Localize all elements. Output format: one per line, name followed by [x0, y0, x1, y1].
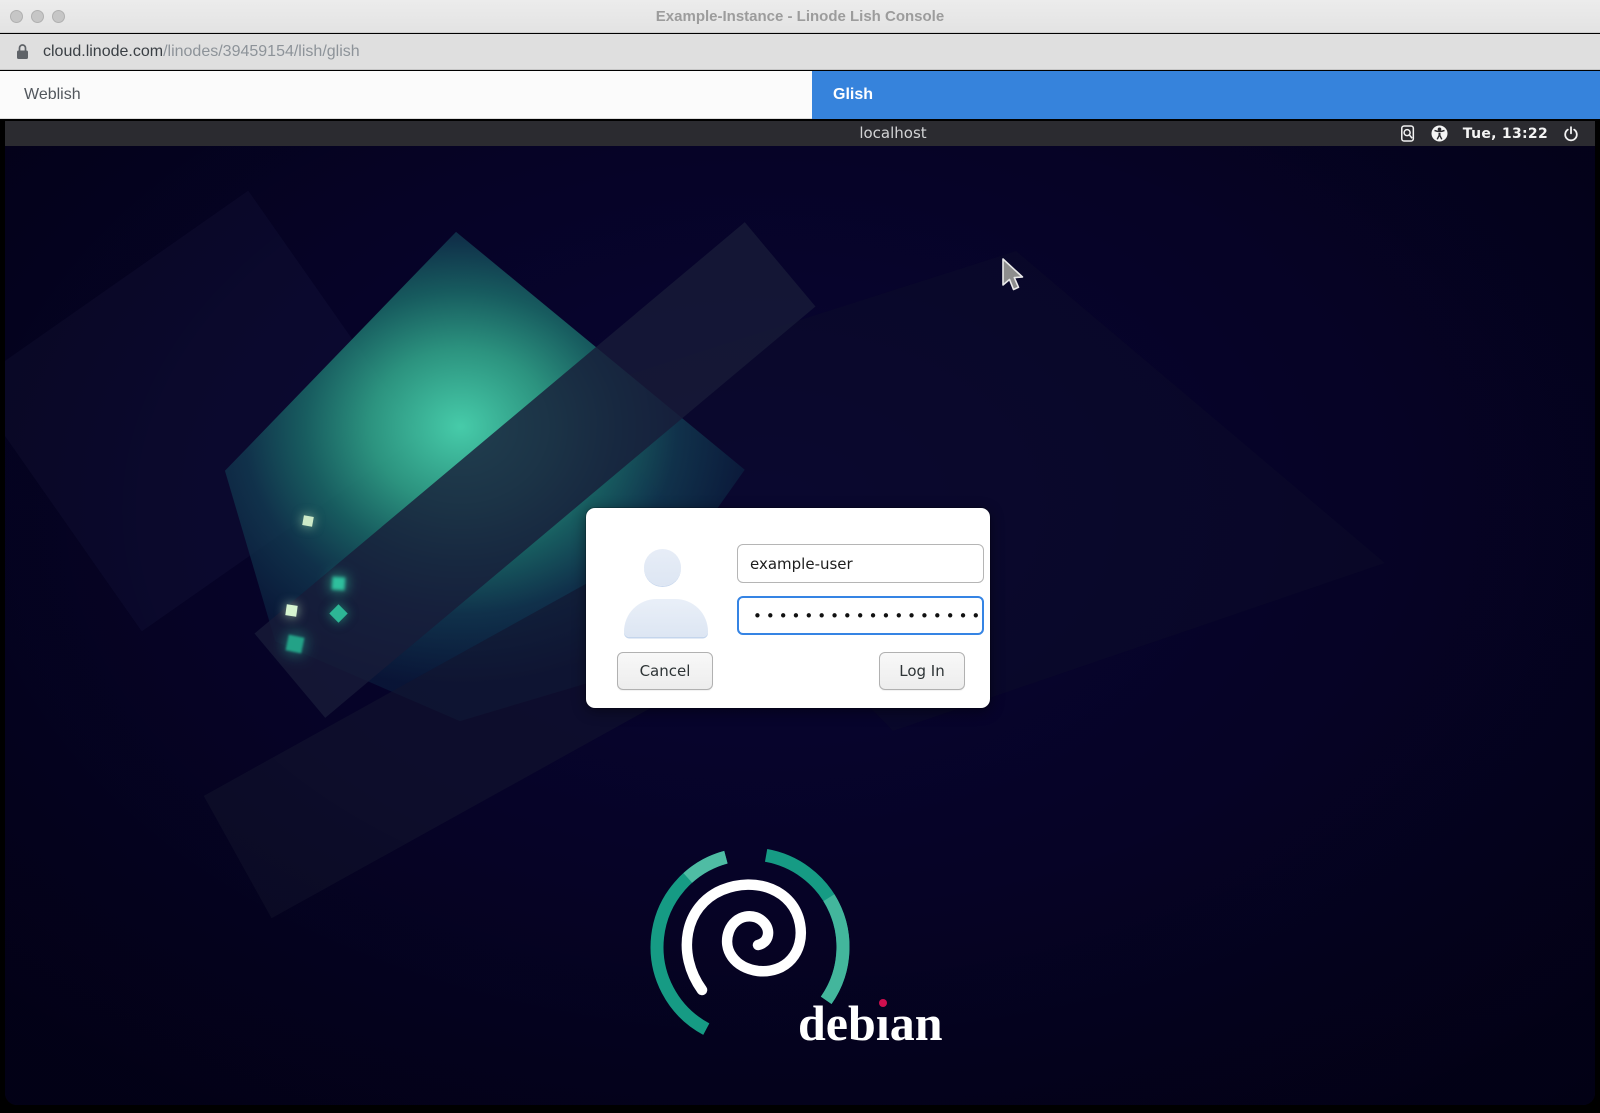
hostname-label: localhost	[859, 121, 926, 146]
lock-icon	[16, 43, 29, 60]
window-titlebar: Example-Instance - Linode Lish Console	[0, 0, 1600, 33]
console-tabbar: Weblish Glish	[0, 71, 1600, 119]
window-title: Example-Instance - Linode Lish Console	[0, 0, 1600, 33]
address-bar[interactable]: cloud.linode.com/linodes/39459154/lish/g…	[0, 34, 1600, 70]
accessibility-icon[interactable]	[1431, 125, 1448, 142]
tab-weblish-label: Weblish	[24, 86, 81, 104]
url-path: /linodes/39459154/lish/glish	[163, 43, 360, 61]
user-avatar-icon	[624, 599, 708, 637]
url-host: cloud.linode.com	[43, 43, 163, 61]
tab-glish-label: Glish	[833, 86, 873, 104]
log-in-button[interactable]: Log In	[879, 652, 965, 690]
browser-window: Example-Instance - Linode Lish Console c…	[0, 0, 1600, 1113]
debian-logo: debıan	[645, 842, 985, 1062]
clock-label[interactable]: Tue, 13:22	[1463, 126, 1548, 142]
password-masked-value: •••••••••••••••••••••	[753, 607, 984, 625]
power-icon[interactable]	[1563, 126, 1579, 142]
login-dialog: example-user ••••••••••••••••••••• Cance…	[586, 508, 990, 708]
debian-wordmark: debıan	[798, 998, 943, 1048]
remote-desktop: localhost	[5, 121, 1595, 1105]
mouse-cursor	[1001, 258, 1027, 301]
user-avatar-icon	[644, 549, 681, 586]
gnome-bar-right: Tue, 13:22	[1400, 121, 1595, 146]
username-value: example-user	[750, 555, 853, 573]
screen-magnifier-icon[interactable]	[1400, 124, 1416, 143]
username-field[interactable]: example-user	[737, 544, 984, 583]
cancel-button[interactable]: Cancel	[617, 652, 713, 690]
glish-display-area: localhost	[0, 119, 1600, 1113]
debian-red-dot	[879, 999, 887, 1007]
password-field[interactable]: •••••••••••••••••••••	[737, 596, 984, 635]
tab-glish[interactable]: Glish	[812, 71, 1600, 119]
tab-weblish[interactable]: Weblish	[0, 71, 812, 119]
gnome-top-bar: localhost	[5, 121, 1595, 146]
